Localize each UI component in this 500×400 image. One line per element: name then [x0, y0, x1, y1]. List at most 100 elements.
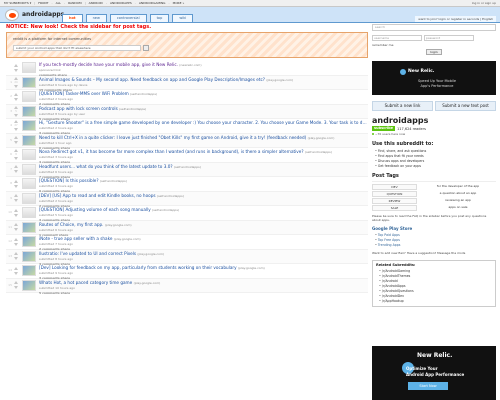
post-domain[interactable]: (play.google.com) [134, 281, 161, 285]
topbar-item[interactable]: MY SUBREDDITS ▾ [4, 1, 31, 5]
downvote-arrow-icon[interactable] [14, 84, 18, 88]
downvote-arrow-icon[interactable] [14, 157, 18, 161]
ad-cta-button[interactable]: Start Now [408, 382, 448, 390]
post-thumbnail[interactable] [22, 236, 36, 247]
sidebar-subreddit-title[interactable]: androidapps [372, 116, 496, 125]
user-login-prompt[interactable]: want to join? login or register in secon… [415, 16, 496, 22]
related-subreddit-link[interactable]: /r/AndroidThemes [379, 274, 492, 278]
post-thumbnail[interactable] [22, 163, 36, 175]
post-title[interactable]: [DEV] [US] App to read and edit Kindle b… [39, 193, 368, 198]
downvote-arrow-icon[interactable] [14, 141, 18, 145]
google-play-link[interactable]: Top Free Apps [375, 238, 496, 242]
upvote-arrow-icon[interactable] [14, 252, 18, 256]
upvote-arrow-icon[interactable] [14, 208, 18, 212]
password-field[interactable]: password [424, 35, 474, 41]
sidebar-ad-bottom[interactable]: New Relic. Optimize Your Android App Per… [372, 346, 496, 400]
login-button[interactable]: login [426, 49, 442, 55]
sidebar-ad-top[interactable]: New Relic. Speed Up Your Mobile App's Pe… [372, 61, 496, 95]
upvote-arrow-icon[interactable] [14, 149, 18, 153]
post-thumbnail[interactable] [22, 76, 36, 88]
post-title[interactable]: Podcast app with lock screen controls (s… [39, 106, 368, 111]
post-title[interactable]: [QUESTION] Tasker-MMS over WiFi Problem … [39, 91, 368, 96]
username-field[interactable]: username [372, 35, 422, 41]
downvote-arrow-icon[interactable] [14, 128, 18, 132]
upvote-arrow-icon[interactable] [14, 223, 18, 227]
post-thumbnail[interactable] [22, 265, 36, 276]
post-domain[interactable]: (play.google.com) [114, 237, 141, 241]
upvote-arrow-icon[interactable] [14, 194, 18, 198]
tab-controversial[interactable]: controversial [109, 14, 147, 22]
subreddit-name[interactable]: androidapps [22, 11, 64, 18]
topbar-item[interactable]: ANDROID [89, 1, 103, 5]
upvote-arrow-icon[interactable] [14, 76, 18, 80]
post-thumbnail[interactable] [22, 105, 36, 117]
upvote-arrow-icon[interactable] [14, 281, 18, 285]
tab-top[interactable]: top [149, 14, 170, 22]
tag-name[interactable]: DEV [372, 184, 417, 190]
topbar-item[interactable]: ALL [56, 1, 61, 5]
post-domain[interactable]: (self.androidapps) [119, 107, 146, 111]
post-title[interactable]: iNote - true app seller with a shake (pl… [39, 236, 368, 241]
upvote-arrow-icon[interactable] [14, 237, 18, 241]
upvote-arrow-icon[interactable] [14, 120, 18, 124]
filter-button[interactable] [143, 45, 149, 51]
post-domain[interactable]: (self.androidapps) [157, 194, 184, 198]
post-domain[interactable]: (play.google.com) [308, 136, 335, 140]
upvote-arrow-icon[interactable] [14, 92, 18, 96]
topbar-item[interactable]: MORE » [173, 1, 185, 5]
downvote-arrow-icon[interactable] [14, 242, 18, 246]
subscribe-button[interactable]: subscribe [372, 126, 396, 131]
post-title[interactable]: Hi, "Gesture Shooter" is a free simple g… [39, 120, 368, 125]
tag-name[interactable]: QUESTION [372, 191, 417, 197]
post-domain[interactable]: (play.google.com) [266, 78, 293, 82]
post-title[interactable]: Routes of Choice, my first app. (play.go… [39, 222, 368, 227]
google-play-link[interactable]: Top Paid Apps [375, 233, 496, 237]
related-subreddit-link[interactable]: /r/AndroidQuestions [379, 289, 492, 293]
post-title[interactable]: Ilustratio: I've updated to UI and corre… [39, 251, 368, 256]
post-thumbnail[interactable] [22, 250, 36, 262]
post-thumbnail[interactable] [22, 192, 36, 204]
downvote-arrow-icon[interactable] [14, 113, 18, 117]
search-input[interactable]: search [372, 24, 496, 31]
post-domain[interactable]: (self.androidapps) [305, 150, 332, 154]
post-thumbnail[interactable] [22, 207, 36, 218]
downvote-arrow-icon[interactable] [14, 286, 18, 290]
reddit-logo-icon[interactable] [5, 9, 19, 21]
downvote-arrow-icon[interactable] [14, 213, 18, 217]
post-thumbnail[interactable] [22, 221, 36, 233]
post-title[interactable]: Whats Hot, a hot paced category time gam… [39, 280, 368, 285]
post-domain[interactable]: (self.androidapps) [174, 165, 201, 169]
tag-name[interactable]: SALE [372, 205, 417, 211]
tag-name[interactable]: REVIEW [372, 198, 417, 204]
downvote-arrow-icon[interactable] [14, 228, 18, 232]
post-actions[interactable]: 5 comments share [39, 291, 368, 295]
post-title[interactable]: Need to kill Ctrl+X in a quite clicker: … [39, 135, 368, 140]
post-thumbnail[interactable] [22, 279, 36, 291]
message-mods[interactable]: Want to add new flair? Have a suggestion… [372, 251, 496, 255]
post-domain[interactable]: (self.androidapps) [100, 179, 127, 183]
related-subreddit-link[interactable]: /r/AppHookup [379, 299, 492, 303]
post-title[interactable]: Nova Redirect got v1, it has become far … [39, 149, 368, 154]
tab-hot[interactable]: hot [62, 14, 83, 22]
topbar-item[interactable]: FRONT [38, 1, 48, 5]
submit-text-button[interactable]: Submit a new text post [435, 101, 496, 111]
post-title[interactable]: Animal Images & Sounds – My second app. … [39, 77, 368, 82]
post-domain[interactable]: (newrelic.com) [179, 63, 201, 67]
post-title[interactable]: Headfunt users... what do you think of t… [39, 164, 368, 169]
remember-me-checkbox[interactable]: remember me [372, 43, 393, 47]
post-domain[interactable]: (play.google.com) [137, 252, 164, 256]
post-title[interactable]: [QUESTION] Is this possible? (self.andro… [39, 178, 368, 183]
tab-new[interactable]: new [85, 14, 107, 22]
post-thumbnail[interactable] [22, 149, 36, 160]
related-subreddit-link[interactable]: /r/AndroidDev [379, 294, 492, 298]
tab-wiki[interactable]: wiki [172, 14, 194, 22]
post-thumbnail[interactable] [22, 91, 36, 102]
login-link[interactable]: log in or sign up [472, 1, 496, 5]
upvote-arrow-icon[interactable] [14, 179, 18, 183]
upvote-arrow-icon[interactable] [14, 136, 18, 140]
upvote-arrow-icon[interactable] [14, 165, 18, 169]
post-title[interactable]: [QUESTION] Adjusting volume of each song… [39, 207, 368, 212]
downvote-arrow-icon[interactable] [14, 271, 18, 275]
related-subreddit-link[interactable]: /r/Android [379, 279, 492, 283]
downvote-arrow-icon[interactable] [14, 257, 18, 261]
